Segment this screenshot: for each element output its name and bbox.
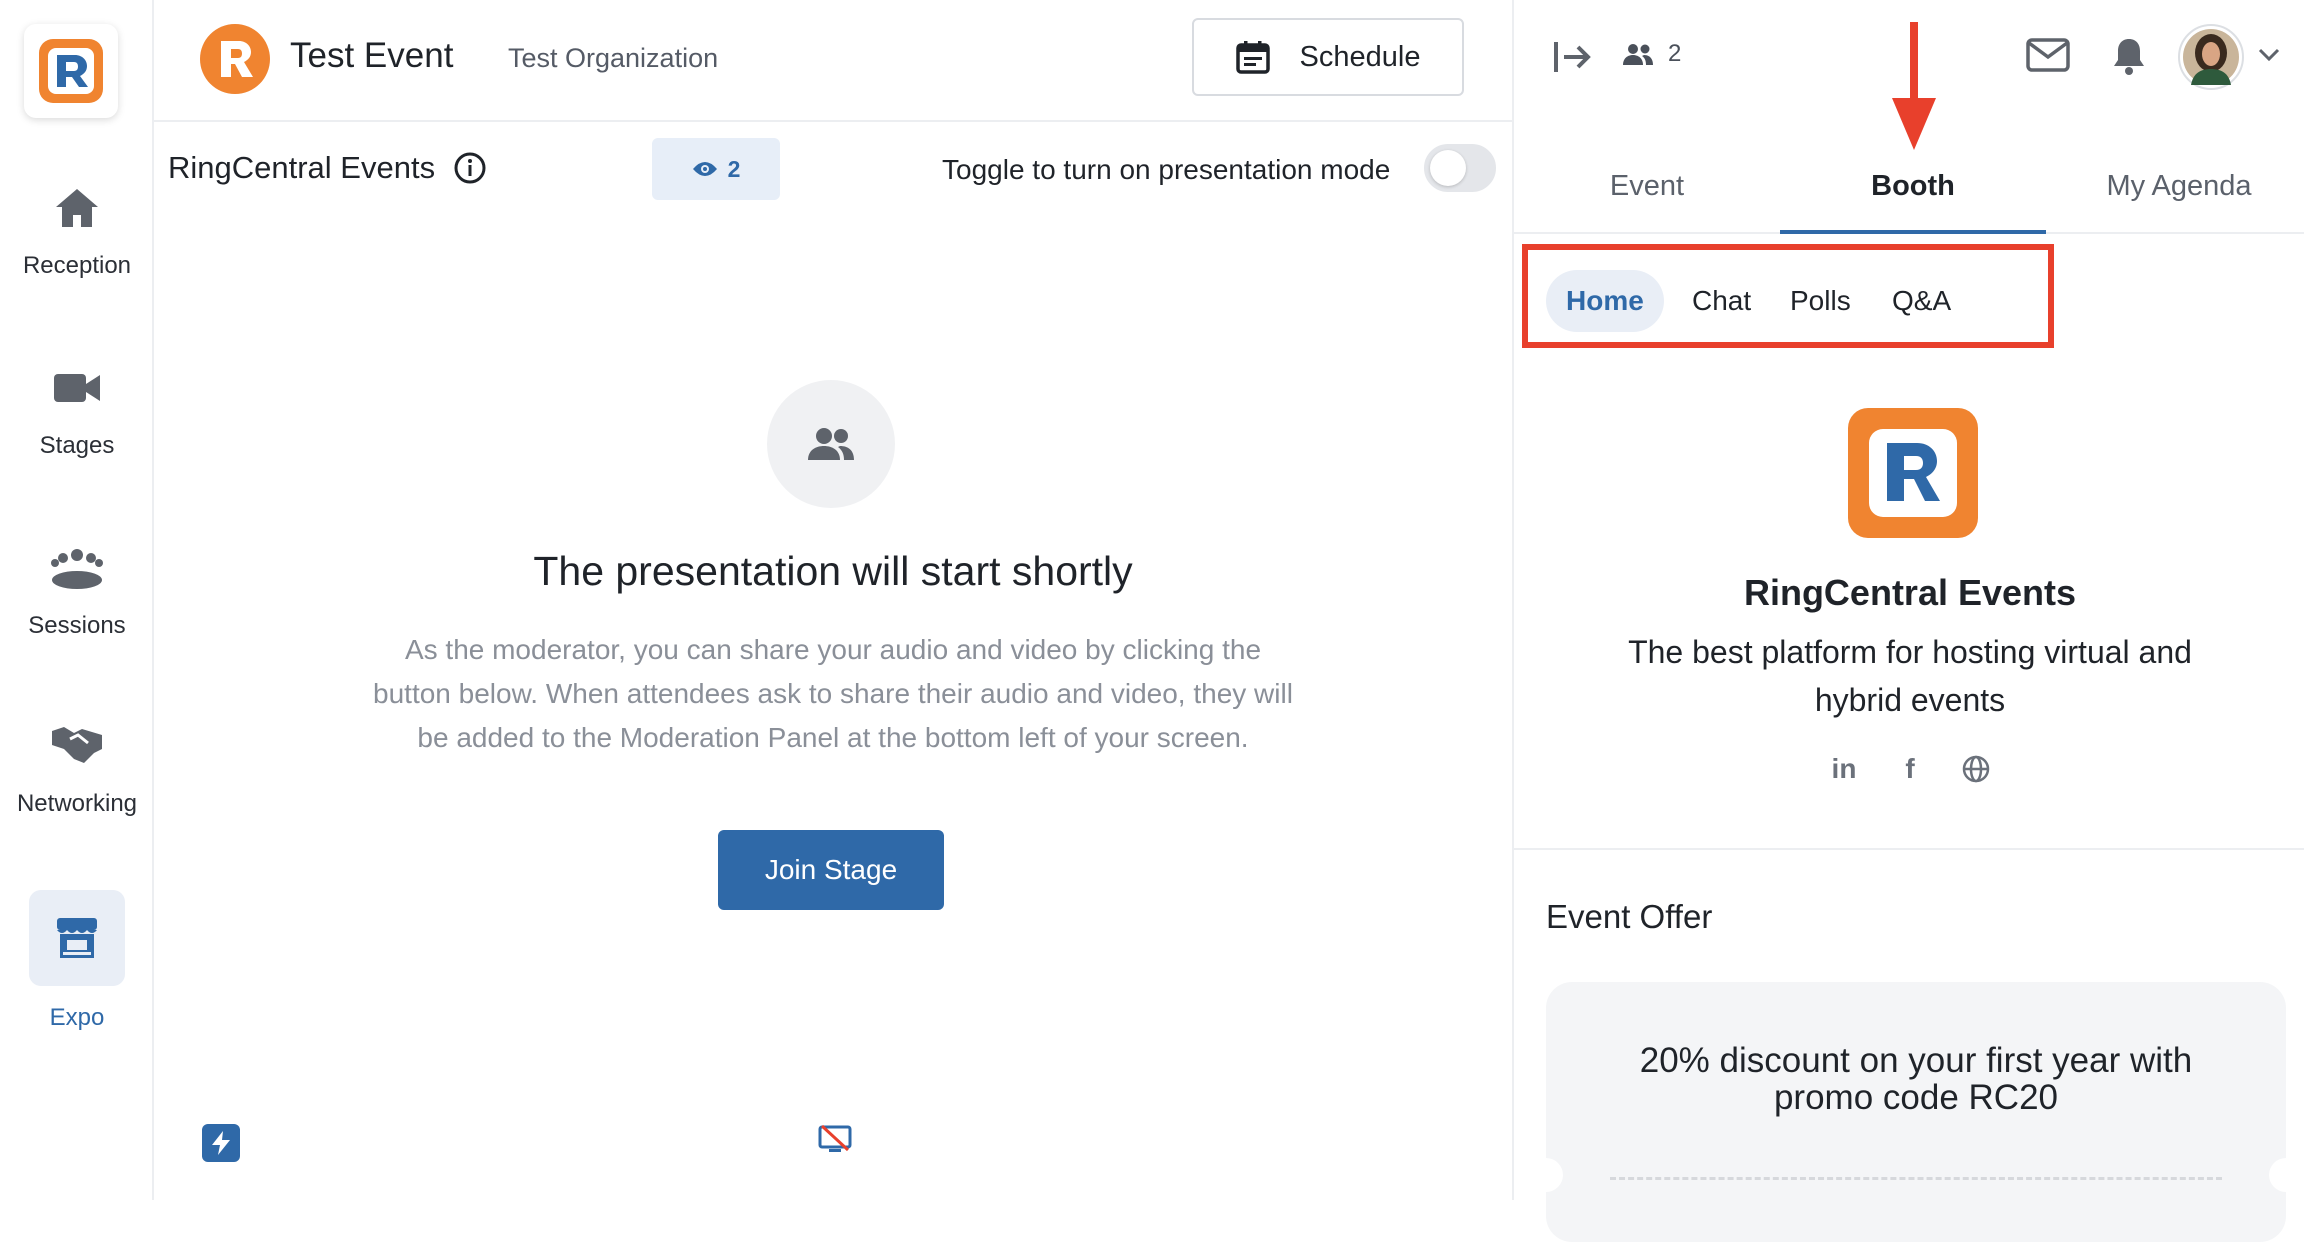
coupon-divider bbox=[1610, 1177, 2222, 1180]
subtab-qa[interactable]: Q&A bbox=[1892, 270, 1951, 332]
join-stage-button[interactable]: Join Stage bbox=[718, 830, 944, 910]
stage-title: RingCentral Events bbox=[168, 150, 436, 185]
nav-item-reception[interactable]: Reception bbox=[0, 178, 154, 280]
calendar-icon bbox=[1235, 41, 1270, 74]
ringcentral-logo-icon bbox=[39, 39, 103, 103]
booth-logo bbox=[1848, 408, 1978, 538]
presentation-toggle-label: Toggle to turn on presentation mode bbox=[942, 154, 1391, 185]
left-nav: Reception Stages Sessions Networking Exp… bbox=[0, 0, 154, 1200]
video-camera-icon bbox=[0, 358, 154, 418]
tab-my-agenda[interactable]: My Agenda bbox=[2046, 170, 2304, 203]
presentation-mode-toggle[interactable] bbox=[1424, 144, 1496, 192]
attendee-count[interactable]: 2 bbox=[1622, 40, 1681, 68]
schedule-button[interactable]: Schedule bbox=[1192, 18, 1464, 96]
nav-label: Expo bbox=[49, 1004, 105, 1031]
chevron-down-icon[interactable] bbox=[2258, 48, 2280, 62]
attendee-count-value: 2 bbox=[1668, 40, 1682, 67]
user-avatar-icon bbox=[2183, 29, 2239, 85]
stage-area: Test Event Test Organization Schedule Ri… bbox=[154, 0, 1512, 1200]
section-divider bbox=[1514, 848, 2304, 850]
side-panel: 2 Event Booth My Agenda Home Chat Polls … bbox=[1512, 0, 2304, 1242]
event-title: Test Event bbox=[290, 36, 454, 75]
ringcentral-logo-icon bbox=[221, 41, 253, 77]
mail-icon[interactable] bbox=[2026, 38, 2070, 72]
offer-coupon-card[interactable]: 20% discount on your first year with pro… bbox=[1529, 982, 2303, 1242]
organization-name: Test Organization bbox=[508, 43, 719, 73]
presentation-title: The presentation will start shortly bbox=[533, 548, 1133, 594]
nav-item-stages[interactable]: Stages bbox=[0, 358, 154, 460]
app-logo[interactable] bbox=[24, 24, 118, 118]
linkedin-icon[interactable]: in bbox=[1829, 753, 1859, 784]
nav-item-networking[interactable]: Networking bbox=[0, 716, 154, 818]
schedule-label: Schedule bbox=[1299, 40, 1421, 73]
social-links: in f bbox=[1514, 753, 2304, 784]
bell-icon[interactable] bbox=[2112, 36, 2146, 76]
tab-booth[interactable]: Booth bbox=[1780, 170, 2046, 203]
toggle-knob bbox=[1430, 150, 1466, 186]
coupon-notch bbox=[1529, 1158, 1563, 1192]
booth-name: RingCentral Events bbox=[1743, 572, 2077, 613]
avatar[interactable] bbox=[2178, 24, 2244, 90]
active-tab-indicator bbox=[1780, 230, 2046, 234]
ringcentral-logo-icon bbox=[1869, 429, 1957, 517]
nav-label: Stages bbox=[39, 432, 115, 459]
subtab-home[interactable]: Home bbox=[1546, 270, 1664, 332]
nav-label: Reception bbox=[22, 252, 132, 279]
viewer-count: 2 bbox=[727, 155, 741, 182]
viewer-count-badge: 2 bbox=[652, 138, 780, 200]
info-icon[interactable] bbox=[453, 151, 487, 185]
stage-subheader: RingCentral Events 2 Toggle to turn on p… bbox=[154, 124, 1512, 216]
booth-icon bbox=[29, 890, 125, 986]
nav-label: Networking bbox=[16, 790, 138, 817]
subtab-polls[interactable]: Polls bbox=[1790, 270, 1851, 332]
nav-label: Sessions bbox=[28, 612, 126, 639]
home-icon bbox=[0, 178, 154, 238]
group-icon bbox=[0, 538, 154, 598]
people-icon bbox=[1623, 44, 1653, 65]
panel-tabs: Event Booth My Agenda bbox=[1514, 150, 2304, 234]
offer-text: 20% discount on your first year with pro… bbox=[1639, 1041, 2193, 1117]
stage-title-group: RingCentral Events bbox=[168, 150, 487, 186]
event-offer-title: Event Offer bbox=[1546, 898, 1713, 935]
tab-event[interactable]: Event bbox=[1514, 170, 1780, 203]
event-logo bbox=[200, 24, 270, 94]
coupon-notch bbox=[2269, 1158, 2303, 1192]
nav-item-expo[interactable]: Expo bbox=[0, 890, 154, 1032]
handshake-icon bbox=[0, 716, 154, 776]
collapse-panel-icon[interactable] bbox=[1552, 40, 1592, 74]
globe-icon[interactable] bbox=[1961, 754, 1991, 784]
screen-share-off-icon[interactable] bbox=[818, 1124, 852, 1159]
eye-icon bbox=[692, 162, 717, 176]
subtab-chat[interactable]: Chat bbox=[1692, 270, 1751, 332]
presentation-description: As the moderator, you can share your aud… bbox=[373, 634, 1293, 753]
people-icon bbox=[808, 428, 854, 460]
top-bar: Test Event Test Organization Schedule bbox=[154, 0, 1512, 122]
people-placeholder bbox=[767, 380, 895, 508]
nav-item-sessions[interactable]: Sessions bbox=[0, 538, 154, 640]
booth-description: The best platform for hosting virtual an… bbox=[1628, 634, 2192, 718]
annotation-arrow-icon bbox=[1892, 22, 1936, 150]
booth-subtabs-highlight: Home Chat Polls Q&A bbox=[1522, 244, 2054, 348]
lightning-icon[interactable] bbox=[202, 1124, 240, 1162]
facebook-icon[interactable]: f bbox=[1895, 753, 1925, 784]
